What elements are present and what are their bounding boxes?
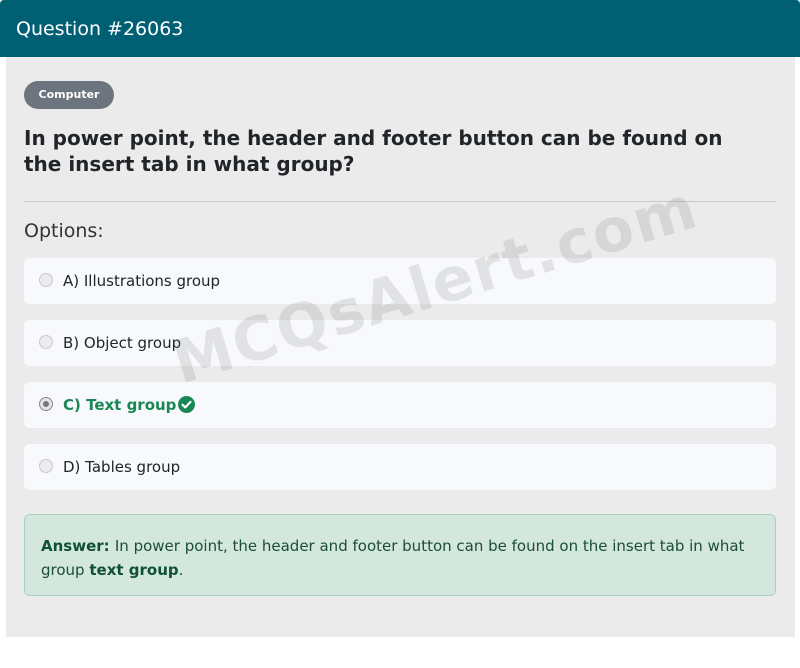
- options-label: Options:: [24, 220, 104, 242]
- radio-icon[interactable]: [39, 273, 53, 287]
- answer-prefix: Answer:: [41, 537, 115, 555]
- option-b[interactable]: B) Object group: [24, 320, 776, 366]
- radio-icon[interactable]: [39, 335, 53, 349]
- option-label: A) Illustrations group: [63, 272, 221, 290]
- option-label: C) Text group: [63, 396, 177, 414]
- answer-suffix: .: [178, 561, 184, 579]
- radio-icon[interactable]: [39, 459, 53, 473]
- divider: [24, 201, 776, 202]
- question-card: Question #26063 Computer In power point,…: [0, 0, 800, 640]
- question-number-title: Question #26063: [16, 18, 184, 40]
- question-text: In power point, the header and footer bu…: [24, 126, 723, 176]
- radio-icon-selected[interactable]: [39, 397, 53, 411]
- option-d[interactable]: D) Tables group: [24, 444, 776, 490]
- category-badge[interactable]: Computer: [24, 81, 114, 109]
- option-c[interactable]: C) Text group: [24, 382, 776, 428]
- option-label: D) Tables group: [63, 458, 181, 476]
- check-circle-icon: [178, 396, 195, 413]
- option-label: B) Object group: [63, 334, 182, 352]
- answer-box: Answer: In power point, the header and f…: [24, 514, 776, 596]
- option-a[interactable]: A) Illustrations group: [24, 258, 776, 304]
- answer-highlight: text group: [89, 561, 179, 579]
- card-header: Question #26063: [0, 0, 800, 57]
